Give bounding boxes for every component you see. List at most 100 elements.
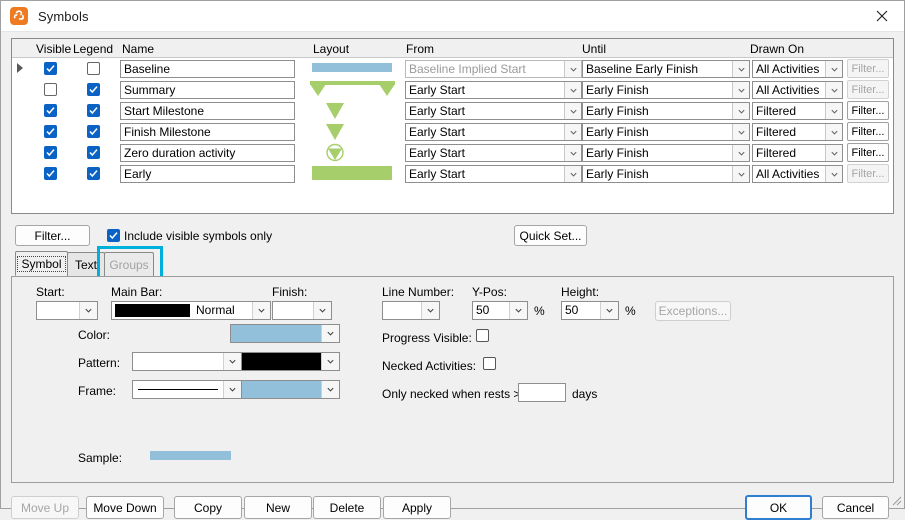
copy-button[interactable]: Copy [174,496,242,519]
row-legend-checkbox[interactable] [87,104,100,117]
tab-groups: Groups [104,252,154,276]
row-drawn-on-combo[interactable]: Filtered [752,102,843,120]
chevron-down-icon [825,145,842,161]
delete-button[interactable]: Delete [313,496,381,519]
row-name-input[interactable]: Baseline [120,60,295,78]
row-until-combo[interactable]: Early Finish [582,123,750,141]
row-from-combo[interactable]: Early Start [405,144,582,162]
row-visible-checkbox[interactable] [44,167,57,180]
pattern-color-combo[interactable] [241,352,340,371]
frame-color-combo[interactable] [241,380,340,399]
tab-text[interactable]: Text [67,252,105,276]
filter-button[interactable]: Filter... [15,225,90,246]
table-row[interactable]: Summary Early Start Early Finish All Activi… [12,79,893,100]
row-from-combo[interactable]: Early Start [405,165,582,183]
chevron-down-icon [732,166,749,182]
chevron-down-icon [313,302,331,319]
chevron-down-icon [564,82,581,98]
row-layout-preview [310,79,397,100]
row-visible-checkbox[interactable] [44,104,57,117]
table-row[interactable]: Finish Milestone Early Start Early Finish F… [12,121,893,142]
row-legend-checkbox[interactable] [87,83,100,96]
chevron-down-icon [321,381,339,398]
row-legend-checkbox[interactable] [87,167,100,180]
quick-set-button[interactable]: Quick Set... [514,225,587,246]
table-row[interactable]: Zero duration activity Early Start Early F… [12,142,893,163]
layout-triangle-green [326,124,344,140]
necked-activities-checkbox[interactable] [483,357,496,370]
row-filter-button[interactable]: Filter... [847,122,889,141]
row-layout-preview [312,163,397,184]
new-button[interactable]: New [244,496,312,519]
table-row[interactable]: Start Milestone Early Start Early Finish Fi… [12,100,893,121]
row-until-combo[interactable]: Early Finish [582,102,750,120]
row-legend-checkbox[interactable] [87,62,100,75]
row-drawn-on-combo[interactable]: Filtered [752,123,843,141]
row-until-combo[interactable]: Early Finish [582,165,750,183]
layout-bar-blue [312,63,392,72]
resize-grip[interactable] [890,494,902,506]
frame-style-combo[interactable] [132,380,242,399]
row-filter-button[interactable]: Filter... [847,101,889,120]
row-name-input[interactable]: Summary [120,81,295,99]
finish-combo[interactable] [272,301,332,320]
row-name-input[interactable]: Early [120,165,295,183]
row-visible-checkbox[interactable] [44,83,57,96]
ypos-combo[interactable]: 50 [472,301,528,320]
row-drawn-on-value: Filtered [756,104,797,118]
row-from-combo[interactable]: Early Start [405,123,582,141]
row-legend-checkbox[interactable] [87,146,100,159]
include-visible-symbols-checkbox[interactable] [107,229,120,242]
progress-visible-checkbox[interactable] [476,329,489,342]
chevron-down-icon [825,61,842,77]
row-layout-preview [312,100,397,121]
row-until-value: Early Finish [586,83,649,97]
row-legend-checkbox[interactable] [87,125,100,138]
ypos-unit: % [534,304,545,318]
row-from-value: Early Start [409,167,466,181]
tab-symbol[interactable]: Symbol [15,251,68,276]
row-visible-checkbox[interactable] [44,62,57,75]
close-icon[interactable] [859,1,904,31]
chevron-down-icon [79,302,97,319]
row-filter-button: Filter... [847,59,889,78]
chevron-down-icon [564,61,581,77]
cancel-button[interactable]: Cancel [822,496,889,519]
start-combo[interactable] [36,301,98,320]
layout-bar-green [312,166,392,180]
chevron-down-icon [825,103,842,119]
main-bar-combo[interactable]: Normal [111,301,271,320]
chevron-down-icon [564,166,581,182]
height-unit: % [625,304,636,318]
row-name-input[interactable]: Zero duration activity [120,144,295,162]
row-name-input[interactable]: Start Milestone [120,102,295,120]
row-filter-button[interactable]: Filter... [847,143,889,162]
column-header-until: Until [582,42,607,56]
height-combo[interactable]: 50 [561,301,619,320]
move-down-button[interactable]: Move Down [86,496,164,519]
pattern-style-combo[interactable] [132,352,242,371]
row-drawn-on-combo[interactable]: All Activities [752,60,843,78]
row-name-input[interactable]: Finish Milestone [120,123,295,141]
chevron-down-icon [825,124,842,140]
row-from-combo[interactable]: Early Start [405,102,582,120]
row-visible-checkbox[interactable] [44,125,57,138]
row-until-combo[interactable]: Baseline Early Finish [582,60,750,78]
row-visible-checkbox[interactable] [44,146,57,159]
color-combo[interactable] [230,324,340,343]
table-row[interactable]: Baseline Baseline Implied Start Baseline E… [12,58,893,79]
ok-button[interactable]: OK [745,495,812,520]
table-row[interactable]: Early Early Start Early Finish All Activiti… [12,163,893,184]
row-from-combo[interactable]: Early Start [405,81,582,99]
row-drawn-on-combo[interactable]: All Activities [752,81,843,99]
apply-button[interactable]: Apply [383,496,451,519]
row-until-combo[interactable]: Early Finish [582,144,750,162]
chevron-down-icon [600,302,618,319]
row-drawn-on-combo[interactable]: All Activities [752,165,843,183]
only-necked-days-input[interactable] [518,383,566,402]
row-until-combo[interactable]: Early Finish [582,81,750,99]
row-drawn-on-combo[interactable]: Filtered [752,144,843,162]
line-number-combo[interactable] [382,301,440,320]
chevron-down-icon [564,124,581,140]
window-title: Symbols [38,8,89,24]
